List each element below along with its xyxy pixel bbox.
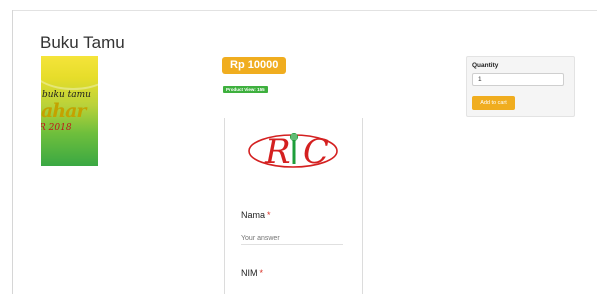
svg-text:C: C	[303, 132, 329, 172]
quantity-input[interactable]	[472, 73, 564, 86]
product-view-badge: Product View: 155	[223, 86, 268, 93]
add-to-cart-button[interactable]: Add to cart	[472, 96, 515, 110]
product-image[interactable]: buku tamu ahar R 2018	[41, 56, 98, 166]
page-title: Buku Tamu	[40, 33, 125, 53]
required-marker: *	[267, 210, 271, 220]
required-marker: *	[259, 268, 264, 278]
field-label-nim: NIM *	[241, 268, 264, 278]
svg-text:R: R	[264, 132, 291, 172]
guestbook-form: R C Nama* NIM*	[224, 118, 363, 294]
ric-logo: R C	[248, 132, 338, 172]
image-text-line1: buku tamu	[42, 90, 91, 100]
quantity-label: Quantity	[472, 62, 499, 69]
price-badge: Rp 10000	[222, 57, 287, 74]
image-text-line3: R 2018	[41, 123, 72, 133]
microphone-icon	[290, 133, 298, 164]
field-label-nama: Nama *	[241, 210, 271, 220]
image-text-line2: ahar	[41, 100, 86, 122]
page-top-border	[12, 10, 597, 11]
cart-panel: Quantity Add to cart	[466, 56, 575, 117]
page-left-border	[12, 10, 13, 294]
nama-input[interactable]	[241, 233, 343, 245]
image-decoration	[41, 56, 98, 90]
